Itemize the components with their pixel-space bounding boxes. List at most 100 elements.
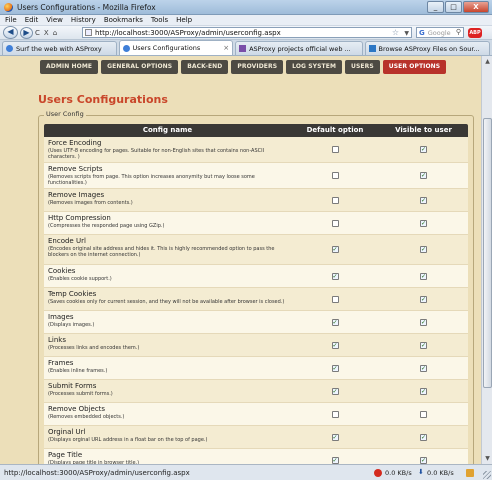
visible-checkbox-orginal-url[interactable]: ✓: [420, 434, 427, 441]
visible-checkbox-submit-forms[interactable]: ✓: [420, 388, 427, 395]
window-titlebar: Users Configurations - Mozilla Firefox _…: [0, 0, 492, 15]
back-button[interactable]: ◀: [3, 26, 18, 39]
table-row: Temp Cookies(Saves cookies only for curr…: [44, 288, 468, 311]
nav-user-options[interactable]: USER OPTIONS: [383, 60, 446, 74]
search-placeholder[interactable]: Google: [428, 29, 451, 37]
visible-checkbox-images[interactable]: ✓: [420, 319, 427, 326]
nav-providers[interactable]: PROVIDERS: [231, 60, 283, 74]
nav-general-options[interactable]: GENERAL OPTIONS: [101, 60, 178, 74]
bookmark-star-icon[interactable]: ☆: [392, 28, 399, 37]
visible-checkbox-links[interactable]: ✓: [420, 342, 427, 349]
scroll-thumb[interactable]: [483, 118, 492, 388]
vertical-scrollbar[interactable]: ▲ ▼: [481, 56, 492, 464]
menu-file[interactable]: File: [5, 16, 17, 24]
visible-option-cell: ✓: [379, 380, 468, 402]
stop-icon[interactable]: X: [44, 29, 49, 37]
config-cell: Remove Images(Removes images from conten…: [44, 189, 291, 211]
column-header-config-name: Config name: [44, 124, 291, 137]
close-tab-icon[interactable]: ×: [223, 44, 229, 52]
visible-checkbox-page-title[interactable]: ✓: [420, 457, 427, 464]
tab-users-configurations[interactable]: Users Configurations ×: [119, 40, 234, 55]
default-checkbox-http-compression[interactable]: [332, 220, 339, 227]
visible-checkbox-frames[interactable]: ✓: [420, 365, 427, 372]
visible-checkbox-remove-objects[interactable]: [420, 411, 427, 418]
visible-checkbox-http-compression[interactable]: ✓: [420, 220, 427, 227]
url-text[interactable]: http://localhost:3000/ASProxy/admin/user…: [95, 29, 281, 37]
tab-label: Users Configurations: [133, 44, 201, 52]
home-icon[interactable]: ⌂: [53, 29, 57, 37]
config-desc-http-compression: (Compresses the responded page using GZi…: [48, 223, 287, 229]
config-cell: Links(Processes links and encodes them.): [44, 334, 291, 356]
default-checkbox-images[interactable]: ✓: [332, 319, 339, 326]
default-checkbox-remove-images[interactable]: [332, 197, 339, 204]
visible-checkbox-encode-url[interactable]: ✓: [420, 246, 427, 253]
menu-bookmarks[interactable]: Bookmarks: [104, 16, 143, 24]
default-checkbox-remove-scripts[interactable]: [332, 172, 339, 179]
column-header-default-option: Default option: [291, 124, 379, 137]
nav-back-end[interactable]: BACK-END: [181, 60, 228, 74]
url-bar[interactable]: http://localhost:3000/ASProxy/admin/user…: [82, 27, 412, 38]
default-checkbox-frames[interactable]: ✓: [332, 365, 339, 372]
menu-help[interactable]: Help: [176, 16, 192, 24]
search-icon[interactable]: ⚲: [456, 28, 461, 36]
menu-history[interactable]: History: [71, 16, 96, 24]
column-header-visible-to-user: Visible to user: [379, 124, 468, 137]
visible-checkbox-cookies[interactable]: ✓: [420, 273, 427, 280]
default-checkbox-submit-forms[interactable]: ✓: [332, 388, 339, 395]
visible-option-cell: ✓: [379, 449, 468, 464]
resize-grip-icon[interactable]: [483, 471, 491, 479]
table-row: Remove Images(Removes images from conten…: [44, 189, 468, 212]
visible-option-cell: ✓: [379, 334, 468, 356]
visible-option-cell: ✓: [379, 265, 468, 287]
scroll-down-icon[interactable]: ▼: [483, 454, 492, 463]
google-icon[interactable]: G: [419, 29, 425, 37]
default-checkbox-remove-objects[interactable]: [332, 411, 339, 418]
maximize-button[interactable]: □: [445, 1, 462, 13]
table-row: Encode Url(Encodes original site address…: [44, 235, 468, 265]
nav-admin-home[interactable]: ADMIN HOME: [40, 60, 98, 74]
default-checkbox-page-title[interactable]: ✓: [332, 457, 339, 464]
search-box[interactable]: G Google ⚲: [416, 27, 464, 38]
config-desc-cookies: (Enables cookie support.): [48, 276, 287, 282]
scroll-up-icon[interactable]: ▲: [483, 57, 492, 66]
default-option-cell: ✓: [291, 357, 379, 379]
visible-checkbox-remove-images[interactable]: ✓: [420, 197, 427, 204]
minimize-button[interactable]: _: [427, 1, 444, 13]
menu-tools[interactable]: Tools: [151, 16, 168, 24]
default-option-cell: [291, 163, 379, 188]
close-window-button[interactable]: X: [463, 1, 489, 13]
config-name-remove-images: Remove Images: [48, 191, 287, 199]
reload-icon[interactable]: C: [35, 29, 40, 37]
default-checkbox-force-encoding[interactable]: [332, 146, 339, 153]
adblock-icon[interactable]: ABP: [468, 28, 482, 38]
config-desc-remove-objects: (Removes embedded objects.): [48, 414, 287, 420]
default-checkbox-links[interactable]: ✓: [332, 342, 339, 349]
status-bar: http://localhost:3000/ASProxy/admin/user…: [0, 464, 492, 480]
default-checkbox-orginal-url[interactable]: ✓: [332, 434, 339, 441]
tab-label: ASProxy projects official web ...: [249, 45, 351, 53]
visible-option-cell: ✓: [379, 235, 468, 264]
fieldset-legend: User Config: [44, 110, 86, 118]
default-checkbox-encode-url[interactable]: ✓: [332, 246, 339, 253]
visible-checkbox-temp-cookies[interactable]: ✓: [420, 296, 427, 303]
visible-checkbox-remove-scripts[interactable]: ✓: [420, 172, 427, 179]
table-row: Cookies(Enables cookie support.)✓✓: [44, 265, 468, 288]
nav-users[interactable]: USERS: [345, 60, 380, 74]
menu-edit[interactable]: Edit: [25, 16, 39, 24]
visible-checkbox-force-encoding[interactable]: ✓: [420, 146, 427, 153]
tab-surf-the-web[interactable]: Surf the web with ASProxy: [2, 41, 117, 55]
url-dropdown-icon[interactable]: ▼: [404, 30, 409, 37]
tab-asproxy-projects[interactable]: ASProxy projects official web ...: [235, 41, 362, 55]
tab-favicon: [123, 45, 130, 52]
visible-option-cell: ✓: [379, 163, 468, 188]
nav-log-system[interactable]: LOG SYSTEM: [286, 60, 342, 74]
default-checkbox-temp-cookies[interactable]: [332, 296, 339, 303]
forward-button[interactable]: ▶: [20, 27, 33, 39]
menu-view[interactable]: View: [46, 16, 63, 24]
addon-icon[interactable]: [466, 469, 474, 477]
tab-browse-asproxy-files[interactable]: Browse ASProxy Files on Sour...: [365, 41, 490, 55]
default-checkbox-cookies[interactable]: ✓: [332, 273, 339, 280]
config-cell: Force Encoding(Uses UTF-8 encoding for p…: [44, 137, 291, 162]
default-option-cell: ✓: [291, 426, 379, 448]
blocked-icon[interactable]: [374, 469, 382, 477]
